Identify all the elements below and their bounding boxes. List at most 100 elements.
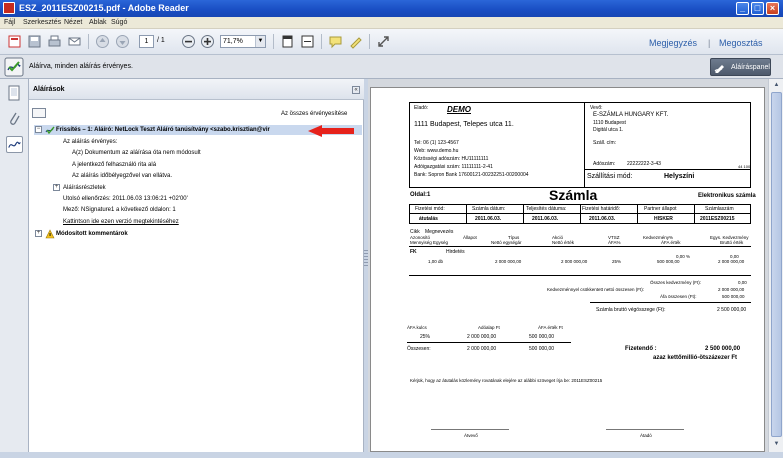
highlight-icon[interactable] — [347, 33, 364, 50]
issuer-signature-label: Átadó — [640, 433, 652, 438]
payable-label: Fizetendő : — [625, 346, 657, 352]
options-menu-button[interactable] — [32, 108, 46, 118]
row-net-value: 2 000 000,00 — [561, 259, 588, 264]
collapse-icon[interactable]: − — [35, 126, 42, 133]
comment-icon[interactable] — [327, 33, 344, 50]
tax-base-header: Adóalap Ft — [478, 325, 500, 330]
vat-key-header: ÁFA kulcs — [407, 325, 427, 330]
page-thumbnails-icon[interactable] — [6, 85, 23, 102]
minimize-button[interactable]: _ — [736, 2, 749, 15]
buyer-name: E-SZÁMLA HUNGARY KFT. — [593, 112, 669, 118]
sum-discount-label: Összes kedvezmény (Ft): — [650, 280, 702, 285]
fit-width-icon[interactable] — [299, 33, 316, 50]
vat-amount-header: ÁFA érték Ft — [538, 325, 563, 330]
payable-amount: 2 500 000,00 — [705, 346, 741, 352]
zoom-select[interactable]: 71,7% ▼ — [220, 35, 266, 48]
due-date: 2011.06.03. — [589, 216, 616, 222]
invoice-type: Elektronikus számla — [698, 193, 756, 199]
buyer-city: 1110 Budapest — [593, 120, 626, 126]
menu-window[interactable]: Ablak — [89, 19, 107, 26]
col-state: Állapot — [463, 235, 477, 240]
signature-detail-item: A(z) Dokumentum az aláírása óta nem módo… — [72, 150, 201, 156]
attachments-icon[interactable] — [6, 111, 23, 128]
sum-net: 2 000 000,00 — [718, 287, 745, 292]
print-icon[interactable] — [46, 33, 63, 50]
partner-state-header: Partner állapot — [644, 206, 677, 212]
chevron-down-icon[interactable]: ▼ — [255, 36, 265, 47]
row-vat: 25% — [612, 259, 622, 264]
signature-field-label: Mező: NSignature1 a következő oldalon: 1 — [63, 207, 176, 213]
payment-mode: átutalás — [419, 216, 438, 222]
save-icon[interactable] — [26, 33, 43, 50]
partner-state: HISKER — [654, 216, 673, 222]
signatures-icon[interactable] — [6, 136, 23, 153]
zoom-in-icon[interactable] — [199, 33, 216, 50]
signature-valid-icon — [4, 57, 24, 77]
total-base: 2 000 000,00 — [467, 346, 497, 352]
navigation-pane — [0, 79, 29, 458]
receiver-signature-label: Átvevő — [464, 433, 478, 438]
invoice-title: Számla — [549, 187, 598, 203]
vertical-scrollbar[interactable]: ▲ ▼ — [768, 79, 783, 452]
pen-icon — [714, 65, 724, 73]
next-page-icon[interactable] — [114, 33, 131, 50]
scroll-up-icon[interactable]: ▲ — [771, 80, 782, 91]
fulfilment-date-header: Teljesítés dátuma: — [526, 206, 567, 212]
shipping-mode-label: Szállítási mód: — [587, 173, 633, 180]
collapse-panel-button[interactable]: « — [352, 86, 360, 94]
seller-eu-tax: Közösségi adószám: HU11111111 — [414, 156, 489, 162]
maximize-button[interactable]: □ — [751, 2, 764, 15]
sum-discount: 0,00 — [738, 280, 747, 285]
shipping-address-label: Száll. cím: — [593, 140, 617, 146]
page-number-input[interactable]: 1 — [139, 35, 154, 48]
expand-icon[interactable]: + — [35, 230, 42, 237]
scrollbar-thumb[interactable] — [771, 92, 782, 437]
close-button[interactable]: × — [766, 2, 779, 15]
create-pdf-icon[interactable] — [6, 33, 23, 50]
buyer-tax-label: Adószám: — [593, 161, 616, 167]
signature-detail-item: A jelentkező felhasználó rita alá — [72, 162, 157, 168]
menu-help[interactable]: Súgó — [111, 19, 127, 26]
verify-all-link[interactable]: Az összes érvényesítése — [281, 111, 347, 117]
vat-row-base: 2 000 000,00 — [467, 334, 497, 340]
row-gross: 2 000 000,00 — [718, 259, 745, 264]
signature-valid-label: Az aláírás érvényes: — [63, 139, 118, 145]
expand-icon[interactable] — [375, 33, 392, 50]
sum-gross: 2 500 000,00 — [717, 307, 747, 313]
menu-bar: Fájl Szerkesztés Nézet Ablak Súgó — [0, 17, 783, 29]
window-titlebar: ESZ_2011ESZ00215.pdf - Adobe Reader _ □ … — [0, 0, 783, 17]
scroll-down-icon[interactable]: ▼ — [771, 439, 782, 450]
expand-icon[interactable]: + — [53, 184, 60, 191]
page-total: / 1 — [157, 37, 165, 44]
invoice-number-header: Számlaszám — [705, 206, 734, 212]
signature-panel-button[interactable]: Aláíráspanel — [710, 58, 771, 76]
fit-page-icon[interactable] — [279, 33, 296, 50]
signature-revision-label: Frissítés – 1: Aláíró: NetLock Teszt Alá… — [56, 127, 270, 133]
previous-page-icon[interactable] — [94, 33, 111, 50]
share-link[interactable]: Megosztás — [719, 38, 763, 48]
sum-vat-label: Áfa összesen (Ft): — [660, 294, 697, 299]
invoice-number: 2011ESZ00215 — [700, 216, 735, 222]
menu-edit[interactable]: Szerkesztés — [23, 19, 61, 26]
last-checked-label: Utolsó ellenőrzés: 2011.06.03 13:06:21 +… — [63, 196, 188, 202]
payment-note: Kérjük, hogy az átutalás közlemény rovat… — [410, 378, 603, 383]
menu-view[interactable]: Nézet — [64, 19, 82, 26]
signature-status-bar: Aláírva, minden aláírás érvényes. Aláírá… — [0, 55, 783, 79]
view-version-link[interactable]: Kattintson ide ezen verzió megtekintéséh… — [63, 217, 179, 227]
invoice-date-header: Számla dátum: — [472, 206, 506, 212]
signature-detail-item: Az aláírás időbélyegzővel van ellátva. — [72, 173, 173, 179]
payable-words: azaz kettőmillió-ötszázezer Ft — [653, 355, 738, 361]
row-net-unit: 2 000 000,00 — [495, 259, 522, 264]
comment-link[interactable]: Megjegyzés — [649, 38, 697, 48]
zoom-out-icon[interactable] — [180, 33, 197, 50]
buyer-street: Digitál utca 1. — [593, 127, 624, 133]
total-vat: 500 000,00 — [529, 346, 555, 352]
signature-panel-label: Aláíráspanel — [731, 64, 770, 71]
menu-file[interactable]: Fájl — [4, 19, 15, 26]
vat-row-rate: 25% — [420, 334, 431, 340]
email-icon[interactable] — [66, 33, 83, 50]
seller-bank: Bank: Sopron Bank 17600121-00232251-0020… — [414, 172, 529, 178]
due-date-header: Fizetési határidő: — [582, 206, 621, 212]
buyer-label: Vevő: — [590, 105, 603, 111]
seller-tel: Tel: 06 (1) 123-4567 — [414, 140, 459, 146]
